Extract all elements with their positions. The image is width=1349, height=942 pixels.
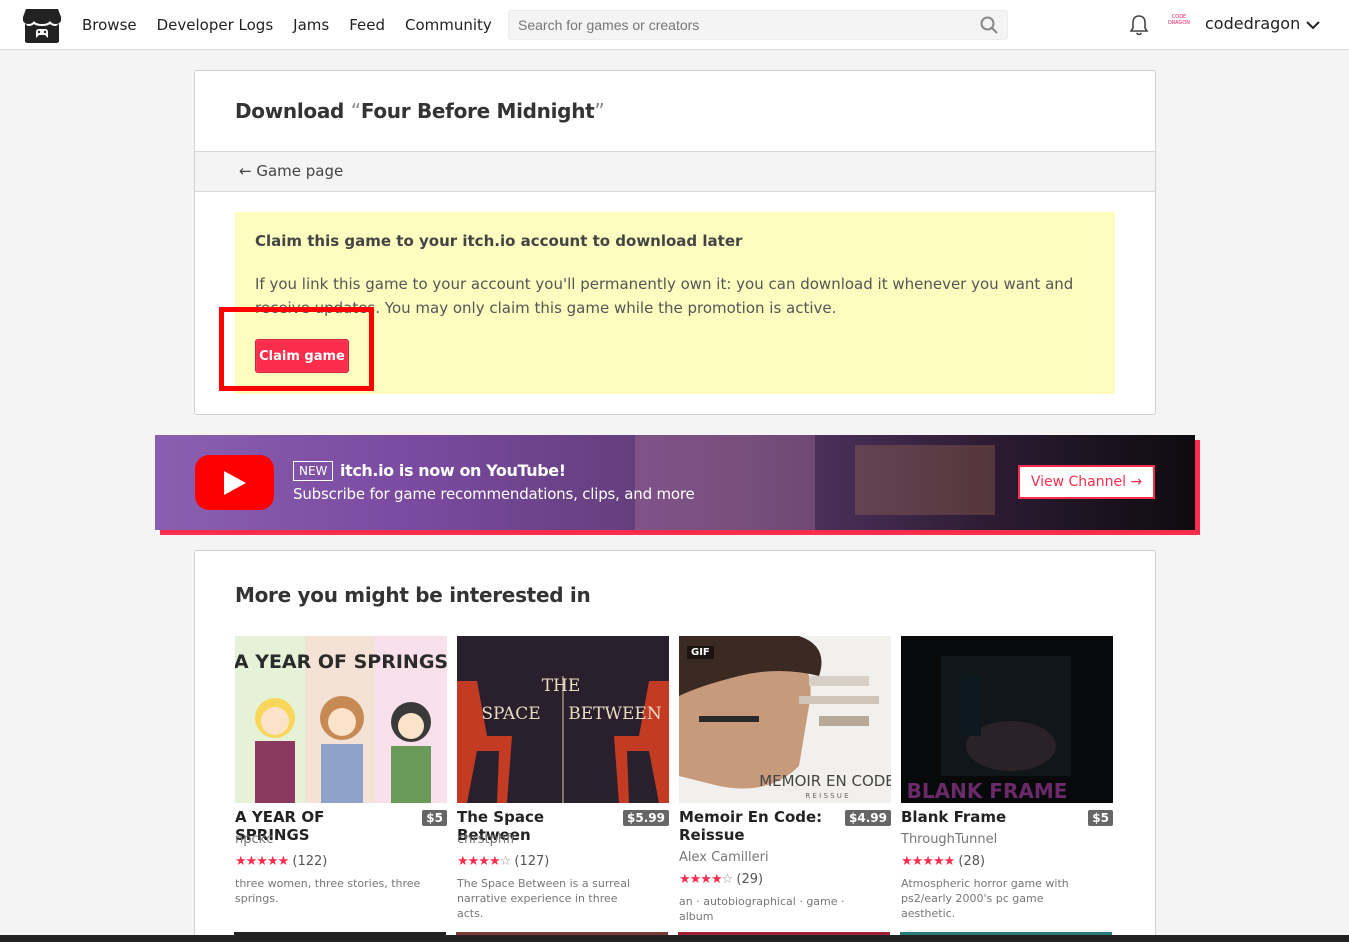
price-badge: $5.99 — [623, 810, 669, 826]
game-description: Atmospheric horror game with ps2/early 2… — [901, 877, 1069, 920]
game-title[interactable]: Memoir En Code: Reissue — [679, 808, 844, 844]
nav-community[interactable]: Community — [405, 16, 492, 34]
stars-icon: ★★★★★ — [901, 854, 955, 869]
game-author[interactable]: npckc — [235, 832, 273, 847]
thumb-title: THE — [542, 676, 581, 696]
view-channel-button[interactable]: View Channel → — [1018, 465, 1155, 499]
youtube-banner[interactable]: NEW itch.io is now on YouTube! Subscribe… — [155, 435, 1200, 535]
page-title: Download “Four Before Midnight” — [235, 99, 605, 123]
game-title[interactable]: Blank Frame — [901, 808, 1066, 826]
game-thumbnail[interactable]: THE SPACE BETWEEN — [457, 636, 669, 803]
rating-count: (28) — [958, 854, 986, 869]
title-prefix: Download — [235, 99, 345, 123]
thumb-title: MEMOIR EN CODE — [759, 772, 891, 790]
claim-game-button[interactable]: Claim game — [255, 339, 349, 373]
thumb-title: SPACE — [481, 704, 540, 724]
sub-nav: ← Game page — [195, 151, 1155, 192]
search-icon[interactable] — [980, 16, 998, 34]
chevron-down-icon[interactable] — [1304, 16, 1322, 34]
price-badge: $5 — [422, 810, 447, 826]
thumb-title: BETWEEN — [568, 704, 662, 724]
price-badge: $5 — [1088, 810, 1113, 826]
download-card: Download “Four Before Midnight” ← Game p… — [194, 70, 1156, 415]
main-nav: Browse Developer Logs Jams Feed Communit… — [82, 0, 512, 50]
new-badge: NEW — [293, 461, 334, 481]
game-author[interactable]: chrstphfr — [457, 832, 516, 847]
banner-blur — [635, 435, 815, 530]
stars-empty-icon: ☆ — [721, 872, 734, 887]
game-thumbnail[interactable]: A YEAR OF SPRINGS — [235, 636, 447, 803]
stars-icon: ★★★★ — [679, 872, 723, 887]
game-thumbnail[interactable]: MEMOIR EN CODE R E I S S U E GIF — [679, 636, 891, 803]
stars-icon: ★★★★★ — [235, 854, 289, 869]
claim-box: Claim this game to your itch.io account … — [235, 212, 1115, 394]
game-cell: MEMOIR EN CODE R E I S S U E GIF Memoir … — [679, 636, 891, 923]
game-description: three women, three stories, three spring… — [235, 877, 421, 905]
rating-count: (127) — [514, 854, 550, 869]
game-cell: A YEAR OF SPRINGS A YEAR OF SPRINGS $5 n… — [235, 636, 447, 905]
rating-count: (29) — [736, 872, 764, 887]
top-header: Browse Developer Logs Jams Feed Communit… — [0, 0, 1349, 50]
banner-blur — [855, 445, 995, 515]
game-name: Four Before Midnight — [360, 99, 595, 123]
game-page-link[interactable]: ← Game page — [239, 162, 343, 180]
claim-text: If you link this game to your account yo… — [255, 275, 1074, 317]
game-cell: THE SPACE BETWEEN The Space Between $5.9… — [457, 636, 669, 920]
notification-bell-icon[interactable] — [1128, 13, 1150, 37]
springs-art: A YEAR OF SPRINGS — [235, 651, 447, 803]
bottom-edge — [0, 935, 1349, 942]
game-description: The Space Between is a surreal narrative… — [457, 877, 630, 920]
thumb-subtitle: R E I S S U E — [805, 792, 848, 800]
thumb-title: A YEAR OF SPRINGS — [235, 651, 447, 673]
avatar[interactable]: CODE DRAGON — [1166, 14, 1192, 34]
nav-browse[interactable]: Browse — [82, 16, 137, 34]
gif-badge: GIF — [687, 646, 714, 659]
youtube-logo-icon — [195, 455, 274, 510]
rating: ★★★★★ (28) — [901, 854, 985, 869]
nav-jams[interactable]: Jams — [293, 16, 329, 34]
banner-background: NEW itch.io is now on YouTube! Subscribe… — [155, 435, 1195, 530]
price-badge: $4.99 — [845, 810, 891, 826]
claim-heading: Claim this game to your itch.io account … — [255, 232, 743, 250]
game-author[interactable]: Alex Camilleri — [679, 850, 769, 865]
recommendations-card: More you might be interested in A YEAR O… — [194, 550, 1156, 942]
username[interactable]: codedragon — [1205, 14, 1300, 33]
rating: ★★★★★ (122) — [235, 854, 327, 869]
itchio-logo-icon[interactable] — [22, 7, 62, 45]
recommendations-heading: More you might be interested in — [235, 583, 591, 607]
space-between-art: THE SPACE BETWEEN — [457, 676, 669, 803]
memoir-art: MEMOIR EN CODE R E I S S U E — [679, 636, 891, 800]
game-description: an · autobiographical · game · album — [679, 895, 845, 923]
game-cell: BLANK FRAME Blank Frame $5 ThroughTunnel… — [901, 636, 1113, 920]
stars-icon: ★★★★ — [457, 854, 501, 869]
title-quote-close: ” — [594, 99, 605, 123]
search-input[interactable] — [509, 11, 969, 39]
banner-subtitle: Subscribe for game recommendations, clip… — [293, 485, 695, 503]
game-author[interactable]: ThroughTunnel — [901, 832, 997, 847]
banner-title: itch.io is now on YouTube! — [340, 461, 566, 480]
title-quote-open: “ — [350, 99, 361, 123]
rating: ★★★★☆ (29) — [679, 872, 763, 887]
search-box — [508, 10, 1008, 40]
thumb-title: BLANK FRAME — [907, 779, 1068, 803]
rating-count: (122) — [292, 854, 328, 869]
rating: ★★★★☆ (127) — [457, 854, 549, 869]
game-thumbnail[interactable]: BLANK FRAME — [901, 636, 1113, 803]
blank-frame-art: BLANK FRAME — [907, 656, 1071, 803]
nav-developer-logs[interactable]: Developer Logs — [157, 16, 274, 34]
nav-feed[interactable]: Feed — [349, 16, 385, 34]
stars-empty-icon: ☆ — [499, 854, 512, 869]
